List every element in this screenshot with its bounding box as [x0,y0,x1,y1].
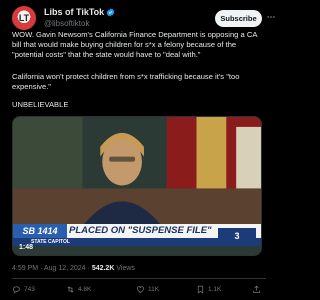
tweet-paragraph: WOW. Gavin Newsom's California Finance D… [12,30,257,60]
news-headline: PLACED ON "SUSPENSE FILE" [69,225,212,236]
video-progress-fill [13,255,26,256]
more-options-icon[interactable] [266,12,276,22]
repost-count: 4.8K [78,286,92,293]
handle[interactable]: @libsoftiktok [44,19,89,28]
avatar-text: LT [18,12,30,23]
video-elapsed-time: 1:48 [19,244,34,251]
station-logo: 3 [218,228,256,244]
bookmark-button[interactable]: 1.1K [196,285,221,294]
reply-button[interactable]: 743 [12,285,35,294]
share-button[interactable] [252,285,261,294]
tweet-date[interactable]: Aug 12, 2024 [44,265,86,272]
heart-icon [137,286,144,293]
news-subline: STATE CAPITOL [31,239,70,245]
subscribe-button[interactable]: Subscribe [215,10,262,27]
like-button[interactable]: 11K [136,285,159,294]
display-name[interactable]: Libs of TikTok [44,7,104,17]
bill-tag: SB 1414 [13,224,67,238]
avatar[interactable]: LT [12,6,36,30]
tweet: LT Libs of TikTok @libsoftiktok Subscrib… [0,0,278,300]
reply-icon [13,286,20,294]
verified-badge-icon [106,7,115,17]
tweet-time[interactable]: 4:59 PM [12,265,38,272]
video-progress-track[interactable] [13,255,262,256]
tweet-meta: 4:59 PM · Aug 12, 2024 · 542.2K Views [12,265,135,272]
repost-button[interactable]: 4.8K [66,285,91,294]
like-count: 11K [148,286,160,293]
name-row: Libs of TikTok [44,7,115,17]
tweet-paragraph: California won't protect children from s… [12,72,240,92]
repost-icon [67,286,74,293]
tweet-paragraph: UNBELIEVABLE [12,100,69,109]
bookmark-icon [197,285,204,294]
reply-count: 743 [24,286,35,293]
tweet-header: LT Libs of TikTok @libsoftiktok Subscrib… [12,6,275,32]
views-label: Views [116,265,135,272]
view-count: 542.2K [91,265,115,272]
video-player[interactable]: SB 1414 PLACED ON "SUSPENSE FILE" STATE … [12,116,262,256]
tweet-actions: 743 4.8K 11K 1.1K [12,285,266,297]
bookmark-count: 1.1K [208,286,222,293]
divider [12,278,266,279]
share-icon [253,285,260,293]
